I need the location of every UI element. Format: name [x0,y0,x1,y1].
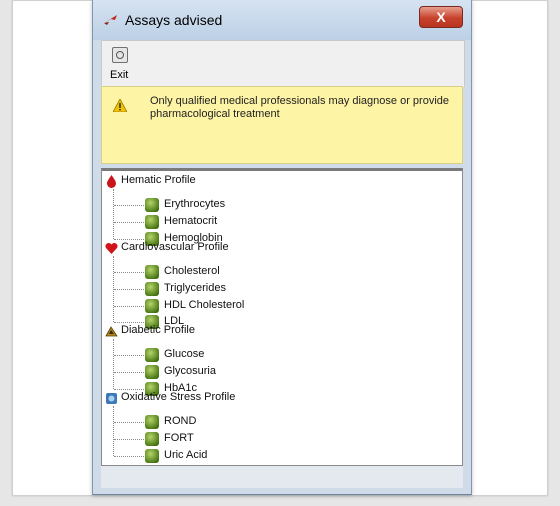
tree-guide [113,339,114,389]
diabetes-icon [105,326,118,337]
group-label[interactable]: Cardiovascular Profile [121,241,229,253]
exit-icon[interactable] [112,47,128,63]
tree-guide [114,372,144,373]
app-icon [104,15,117,25]
assays-window: Assays advised X Exit Only qualified med… [92,0,472,495]
assay-item[interactable]: Cholesterol [164,265,220,277]
warning-icon [113,99,127,112]
assay-item[interactable]: Triglycerides [164,282,226,294]
tree-guide [113,406,114,456]
assay-icon [145,282,159,296]
blood-drop-icon [107,175,116,188]
assay-item[interactable]: ROND [164,415,196,427]
exit-button-label[interactable]: Exit [110,69,128,81]
assay-icon [145,215,159,229]
heart-icon [105,242,118,254]
tree-guide [114,272,144,273]
tree-guide [114,355,144,356]
group-label[interactable]: Hematic Profile [121,174,196,186]
assay-item[interactable]: Glucose [164,348,204,360]
tree-guide [114,322,144,323]
group-label[interactable]: Diabetic Profile [121,324,195,336]
assay-icon [145,365,159,379]
assay-icon [145,415,159,429]
window-title: Assays advised [125,12,223,28]
oxidative-icon [106,393,117,404]
tree-guide [114,222,144,223]
tree-guide [114,439,144,440]
assay-icon [145,348,159,362]
tree-guide [114,456,144,457]
tree-guide [114,289,144,290]
assay-item[interactable]: Uric Acid [164,449,207,461]
tree-guide [113,189,114,239]
tree-guide [114,306,144,307]
title-bar[interactable]: Assays advised X [93,0,471,40]
warning-banner: Only qualified medical professionals may… [101,86,463,164]
assay-item[interactable]: FORT [164,432,194,444]
assay-icon [145,299,159,313]
tree-guide [114,389,144,390]
window-footer [101,466,463,488]
toolbar: Exit [101,40,465,87]
assay-icon [145,198,159,212]
tree-guide [114,239,144,240]
group-label[interactable]: Oxidative Stress Profile [121,391,235,403]
warning-text: Only qualified medical professionals may… [150,95,449,120]
assay-item[interactable]: Erythrocytes [164,198,225,210]
assay-item[interactable]: HDL Cholesterol [164,299,244,311]
tree-guide [114,205,144,206]
assay-tree: Hematic Profile Erythrocytes Hematocrit … [101,168,463,466]
tree-guide [114,422,144,423]
close-button[interactable]: X [419,6,463,28]
assay-icon [145,265,159,279]
assay-item[interactable]: Hematocrit [164,215,217,227]
assay-item[interactable]: Glycosuria [164,365,216,377]
assay-icon [145,432,159,446]
assay-icon [145,449,159,463]
